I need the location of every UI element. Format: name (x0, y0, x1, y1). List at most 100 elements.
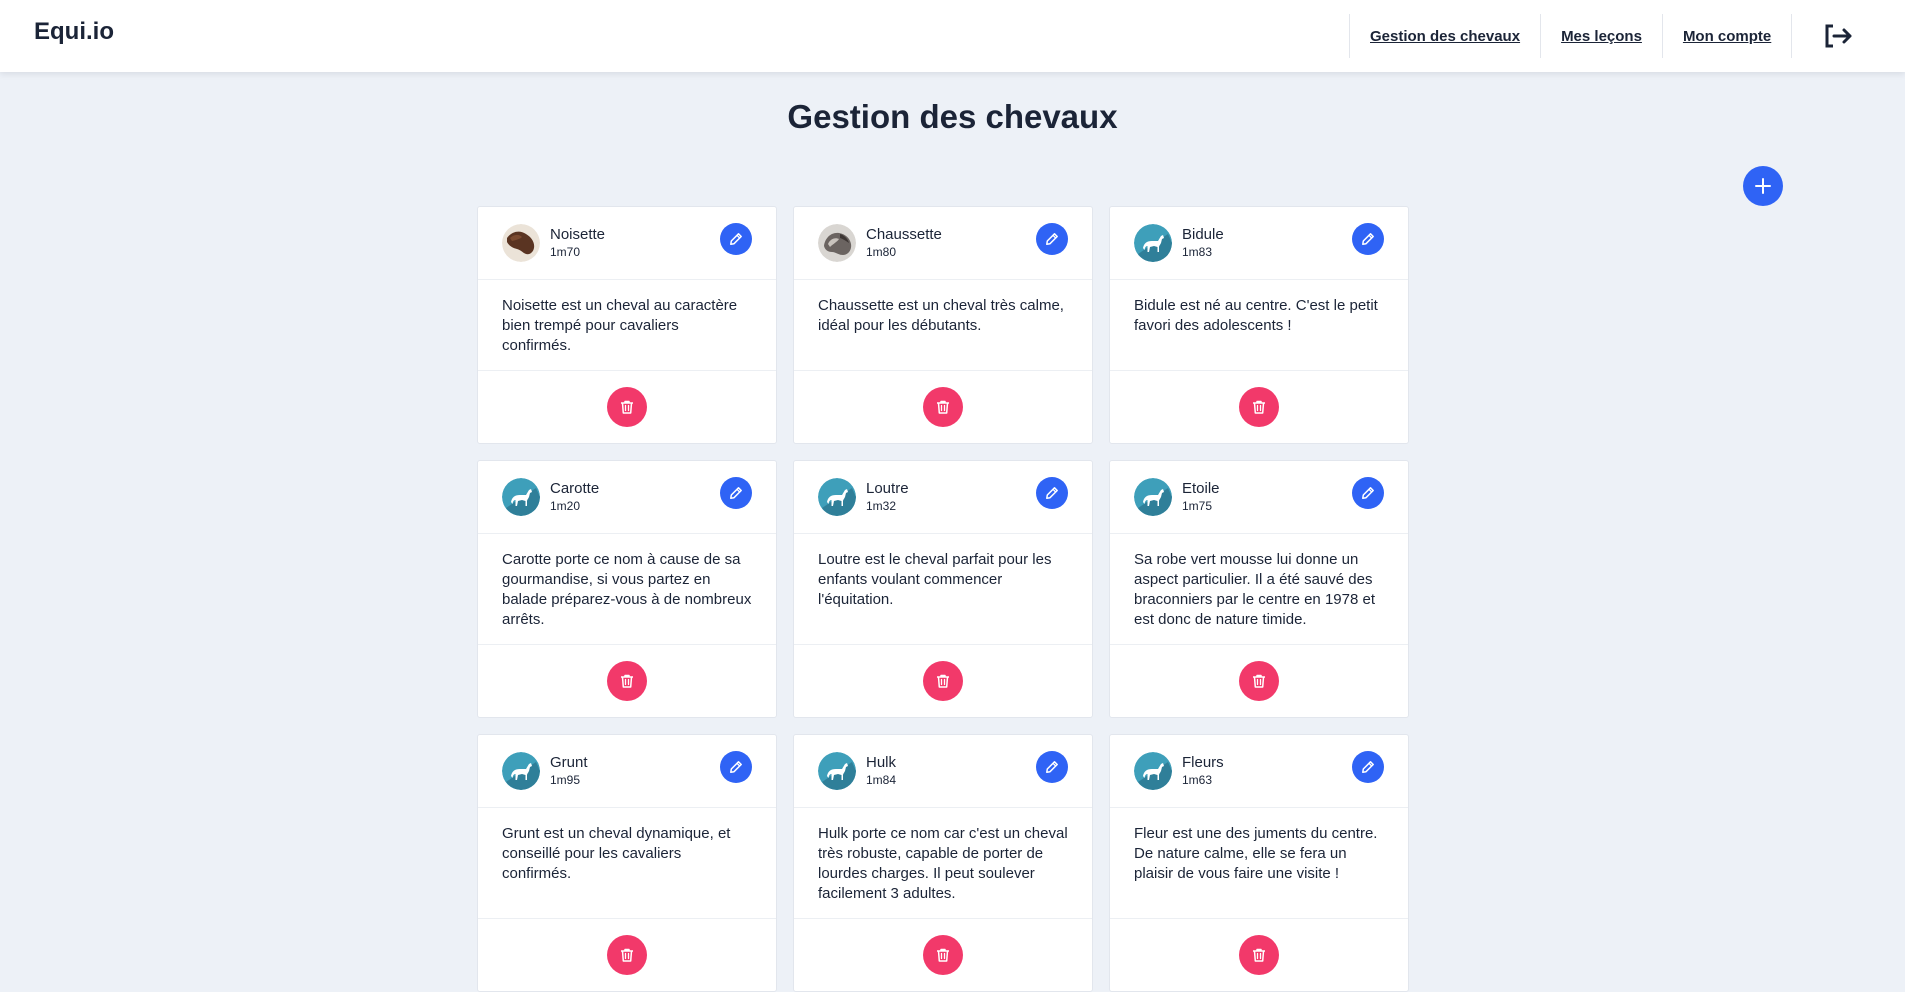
edit-horse-button[interactable] (720, 477, 752, 509)
pencil-icon (730, 487, 742, 499)
delete-horse-button[interactable] (1239, 387, 1279, 427)
horse-card-header: Loutre 1m32 (794, 461, 1092, 534)
horse-card-header: Carotte 1m20 (478, 461, 776, 534)
brand-logo[interactable]: Equi.io (34, 18, 114, 46)
horse-height: 1m83 (1182, 245, 1213, 259)
plus-icon (1755, 178, 1771, 194)
delete-horse-button[interactable] (923, 661, 963, 701)
horse-icon (502, 752, 540, 790)
nav-link-mon-compte[interactable]: Mon compte (1661, 14, 1791, 58)
horse-description: Loutre est le cheval parfait pour les en… (794, 534, 1092, 645)
horse-name: Fleurs (1182, 754, 1224, 771)
horse-card-grid: Noisette 1m70 Noisette est un cheval au … (477, 206, 1409, 992)
horse-card-header: Etoile 1m75 (1110, 461, 1408, 534)
horse-name: Carotte (550, 480, 600, 497)
trash-icon (621, 674, 633, 688)
horse-height: 1m75 (1182, 499, 1213, 513)
pencil-icon (1046, 487, 1058, 499)
add-horse-button[interactable] (1743, 166, 1783, 206)
delete-horse-button[interactable] (923, 935, 963, 975)
delete-horse-button[interactable] (1239, 661, 1279, 701)
horse-card-fleurs: Fleurs 1m63 Fleur est une des juments du… (1109, 734, 1409, 992)
horse-height: 1m95 (550, 773, 581, 787)
logout-button[interactable] (1791, 14, 1878, 58)
horse-icon (502, 478, 540, 516)
pencil-icon (1362, 233, 1374, 245)
horse-description: Hulk porte ce nom car c'est un cheval tr… (794, 808, 1092, 919)
trash-icon (1253, 674, 1265, 688)
horse-description: Carotte porte ce nom à cause de sa gourm… (478, 534, 776, 645)
horse-card-footer (478, 919, 776, 991)
horse-icon (1134, 478, 1172, 516)
delete-horse-button[interactable] (923, 387, 963, 427)
horse-height: 1m80 (866, 245, 897, 259)
horse-height: 1m20 (550, 499, 581, 513)
trash-icon (937, 948, 949, 962)
edit-horse-button[interactable] (720, 751, 752, 783)
horse-card-header: Chaussette 1m80 (794, 207, 1092, 280)
delete-horse-button[interactable] (607, 935, 647, 975)
horse-description: Bidule est né au centre. C'est le petit … (1110, 280, 1408, 371)
edit-horse-button[interactable] (1036, 751, 1068, 783)
pencil-icon (730, 761, 742, 773)
horse-card-header: Grunt 1m95 (478, 735, 776, 808)
nav-link-mes-lecons[interactable]: Mes leçons (1540, 14, 1662, 58)
pencil-icon (1362, 487, 1374, 499)
trash-icon (1253, 948, 1265, 962)
delete-horse-button[interactable] (607, 661, 647, 701)
page-title: Gestion des chevaux (787, 98, 1118, 135)
horse-card-chaussette: Chaussette 1m80 Chaussette est un cheval… (793, 206, 1093, 444)
logout-icon (1825, 24, 1852, 48)
horse-icon (818, 752, 856, 790)
horse-name: Bidule (1182, 226, 1224, 243)
horse-card-header: Bidule 1m83 (1110, 207, 1408, 280)
edit-horse-button[interactable] (1352, 751, 1384, 783)
horse-card-footer (794, 919, 1092, 991)
pencil-icon (730, 233, 742, 245)
horse-card-hulk: Hulk 1m84 Hulk porte ce nom car c'est un… (793, 734, 1093, 992)
horse-card-header: Noisette 1m70 (478, 207, 776, 280)
edit-horse-button[interactable] (720, 223, 752, 255)
edit-horse-button[interactable] (1352, 223, 1384, 255)
horse-name: Hulk (866, 754, 897, 771)
nav-link-gestion-chevaux[interactable]: Gestion des chevaux (1349, 14, 1540, 58)
horse-height: 1m84 (866, 773, 897, 787)
horse-card-footer (794, 645, 1092, 717)
main-nav: Gestion des chevaux Mes leçons Mon compt… (1349, 14, 1878, 58)
horse-name: Grunt (550, 754, 588, 771)
delete-horse-button[interactable] (1239, 935, 1279, 975)
trash-icon (621, 400, 633, 414)
horse-card-header: Fleurs 1m63 (1110, 735, 1408, 808)
trash-icon (937, 400, 949, 414)
pencil-icon (1046, 761, 1058, 773)
horse-name: Noisette (550, 226, 606, 243)
horse-card-footer (478, 371, 776, 443)
horse-card-bidule: Bidule 1m83 Bidule est né au centre. C'e… (1109, 206, 1409, 444)
horse-height: 1m63 (1182, 773, 1213, 787)
horse-description: Noisette est un cheval au caractère bien… (478, 280, 776, 371)
horse-height: 1m70 (550, 245, 581, 259)
horse-description: Grunt est un cheval dynamique, et consei… (478, 808, 776, 919)
edit-horse-button[interactable] (1036, 223, 1068, 255)
horse-description: Fleur est une des juments du centre. De … (1110, 808, 1408, 919)
trash-icon (1253, 400, 1265, 414)
horse-card-header: Hulk 1m84 (794, 735, 1092, 808)
delete-horse-button[interactable] (607, 387, 647, 427)
horse-icon (818, 478, 856, 516)
horse-card-loutre: Loutre 1m32 Loutre est le cheval parfait… (793, 460, 1093, 718)
pencil-icon (1362, 761, 1374, 773)
horse-card-grunt: Grunt 1m95 Grunt est un cheval dynamique… (477, 734, 777, 992)
horse-card-carotte: Carotte 1m20 Carotte porte ce nom à caus… (477, 460, 777, 718)
horse-name: Etoile (1182, 480, 1220, 497)
horse-name: Loutre (866, 480, 909, 497)
horse-icon (1134, 224, 1172, 262)
horse-card-etoile: Etoile 1m75 Sa robe vert mousse lui donn… (1109, 460, 1409, 718)
top-navbar: Equi.io Gestion des chevaux Mes leçons M… (0, 0, 1905, 72)
horse-description: Sa robe vert mousse lui donne un aspect … (1110, 534, 1408, 645)
horse-description: Chaussette est un cheval très calme, idé… (794, 280, 1092, 371)
horse-height: 1m32 (866, 499, 897, 513)
edit-horse-button[interactable] (1352, 477, 1384, 509)
horse-card-noisette: Noisette 1m70 Noisette est un cheval au … (477, 206, 777, 444)
pencil-icon (1046, 233, 1058, 245)
edit-horse-button[interactable] (1036, 477, 1068, 509)
